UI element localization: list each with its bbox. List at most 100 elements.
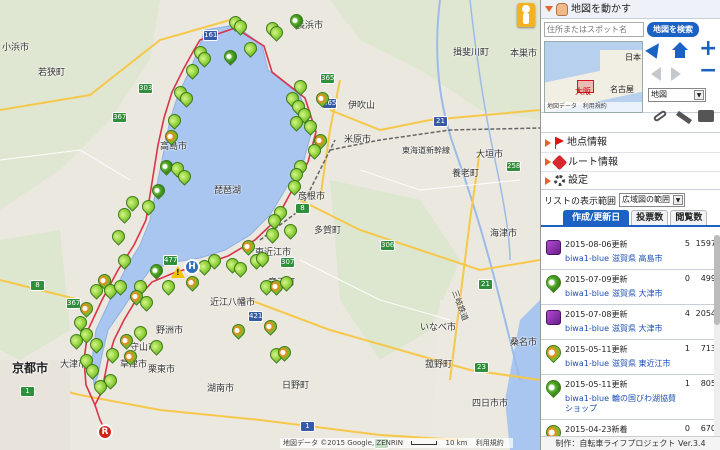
- map-marker[interactable]: [277, 273, 296, 293]
- map-marker[interactable]: [231, 17, 250, 37]
- map-marker[interactable]: [195, 257, 214, 277]
- map-marker[interactable]: [115, 205, 134, 225]
- map-marker[interactable]: [91, 377, 110, 397]
- map-marker[interactable]: [149, 181, 168, 201]
- map-marker[interactable]: [229, 321, 248, 341]
- map-marker[interactable]: [183, 61, 202, 81]
- map-marker[interactable]: [305, 141, 324, 161]
- map-marker[interactable]: [241, 39, 260, 59]
- list-item[interactable]: 2015-05-11更新 1 805 biwa1-blue 輪の国びわ湖協賛 ショ…: [541, 375, 720, 420]
- map-marker[interactable]: [261, 317, 280, 337]
- map-canvas[interactable]: 小浜市 若狭町 長浜市 揖斐川町 本巣市 伊吹山 米原市 大垣市 高島市 養老町 琵琶湖 彦根市 東近江…: [0, 0, 540, 450]
- map-marker[interactable]: [285, 177, 304, 197]
- map-marker[interactable]: [275, 343, 294, 363]
- map-marker[interactable]: [147, 337, 166, 357]
- list-scrollbar[interactable]: [714, 235, 720, 436]
- map-marker[interactable]: [313, 89, 332, 109]
- map-marker[interactable]: [253, 249, 272, 269]
- list-item[interactable]: 2015-05-11更新 1 713 biwa1-blue 滋賀県 東近江市: [541, 340, 720, 375]
- overview-minimap[interactable]: 日本 大阪 名古屋 地図データ 利用規約: [544, 41, 643, 113]
- minimap-footer: 地図データ 利用規約: [545, 102, 642, 112]
- list-range-select[interactable]: 広域図の範囲 ▼: [619, 193, 686, 207]
- map-search-button[interactable]: 地図を検索: [647, 22, 699, 37]
- map-type-select[interactable]: 地図 ▼: [648, 88, 706, 102]
- terms-link[interactable]: 利用規約: [476, 439, 504, 447]
- tab-views[interactable]: 閲覧数: [670, 210, 708, 225]
- zoom-in-icon[interactable]: +: [699, 38, 717, 60]
- warning-marker[interactable]: !: [171, 266, 185, 278]
- list-item-date: 2015-07-09更新: [565, 275, 628, 284]
- map-marker[interactable]: [121, 347, 140, 367]
- map-marker[interactable]: [87, 335, 106, 355]
- list-item-source[interactable]: biwa1-blue 滋賀県 大津市: [565, 323, 663, 334]
- map-marker[interactable]: [147, 261, 166, 281]
- hotel-marker[interactable]: H: [184, 259, 200, 275]
- scrollbar-thumb[interactable]: [714, 235, 720, 325]
- back-arrow-icon[interactable]: [651, 67, 661, 81]
- map-marker[interactable]: [291, 77, 310, 97]
- zoom-out-icon[interactable]: −: [699, 60, 717, 82]
- forward-arrow-icon[interactable]: [671, 67, 681, 81]
- move-map-header[interactable]: 地図を動かす: [541, 0, 720, 19]
- list-item-date: 2015-04-23新着: [565, 425, 628, 434]
- map-marker[interactable]: [263, 225, 282, 245]
- map-marker[interactable]: [231, 259, 250, 279]
- list-item-date: 2015-05-11更新: [565, 380, 628, 389]
- current-location-icon[interactable]: [645, 39, 665, 59]
- map-marker[interactable]: [83, 361, 102, 381]
- map-marker[interactable]: [287, 11, 306, 31]
- map-marker[interactable]: [165, 111, 184, 131]
- print-icon[interactable]: [698, 110, 714, 122]
- map-marker[interactable]: [175, 167, 194, 187]
- map-marker[interactable]: [195, 49, 214, 69]
- map-marker[interactable]: [301, 117, 320, 137]
- route-start-marker[interactable]: R: [97, 424, 113, 440]
- map-marker[interactable]: [117, 331, 136, 351]
- map-marker[interactable]: [111, 277, 130, 297]
- section-header-route-info[interactable]: ルート情報: [541, 152, 720, 171]
- collapse-triangle-icon: [545, 6, 553, 12]
- section-header-point-info[interactable]: 地点情報: [541, 133, 720, 152]
- list-item[interactable]: 2015-04-23新着 0 670: [541, 420, 720, 436]
- scale-bar-icon: [411, 441, 438, 445]
- list-item-votes: 1: [684, 379, 690, 388]
- map-marker[interactable]: [109, 227, 128, 247]
- list-item-source[interactable]: biwa1-blue 滋賀県 大津市: [565, 288, 663, 299]
- list-item-source[interactable]: biwa1-blue 滋賀県 高島市: [565, 253, 663, 264]
- map-marker[interactable]: [131, 323, 150, 343]
- list-item[interactable]: 2015-07-09更新 0 499 biwa1-blue 滋賀県 大津市: [541, 270, 720, 305]
- tab-votes[interactable]: 投票数: [631, 210, 669, 225]
- list-item[interactable]: 2015-07-08更新 4 2054 biwa1-blue 滋賀県 大津市: [541, 305, 720, 340]
- map-marker[interactable]: [177, 89, 196, 109]
- map-marker[interactable]: [137, 293, 156, 313]
- map-marker[interactable]: [221, 47, 240, 67]
- map-marker[interactable]: [139, 197, 158, 217]
- list-item-votes: 4: [684, 309, 690, 318]
- move-map-title: 地図を動かす: [571, 3, 631, 15]
- flag-icon: [554, 136, 564, 149]
- expand-triangle-icon: [545, 158, 551, 166]
- map-marker[interactable]: [159, 277, 178, 297]
- map-marker[interactable]: [287, 113, 306, 133]
- chevron-down-icon: ▼: [694, 90, 704, 100]
- home-icon[interactable]: [672, 42, 688, 58]
- list-item-views: 2054: [695, 309, 716, 318]
- map-marker[interactable]: [183, 273, 202, 293]
- place-search-input[interactable]: [544, 22, 644, 37]
- map-marker[interactable]: [87, 281, 106, 301]
- map-marker[interactable]: [67, 331, 86, 351]
- map-marker[interactable]: [267, 23, 286, 43]
- list-item[interactable]: 2015-08-06更新 5 1597 biwa1-blue 滋賀県 高島市: [541, 235, 720, 270]
- minimap-label: 名古屋: [610, 85, 634, 94]
- list-item-votes: 0: [684, 274, 690, 283]
- street-view-pegman-icon[interactable]: [517, 3, 535, 27]
- minimap-terms-link[interactable]: 利用規約: [583, 103, 607, 110]
- tab-updated-date[interactable]: 作成/更新日: [563, 210, 630, 225]
- list-item-source[interactable]: biwa1-blue 滋賀県 東近江市: [565, 358, 671, 369]
- map-marker[interactable]: [281, 221, 300, 241]
- map-marker[interactable]: [162, 127, 181, 147]
- section-header-settings[interactable]: 設定: [541, 171, 720, 190]
- minimap-label: 日本: [625, 53, 641, 62]
- map-marker[interactable]: [103, 345, 122, 365]
- map-marker[interactable]: [115, 251, 134, 271]
